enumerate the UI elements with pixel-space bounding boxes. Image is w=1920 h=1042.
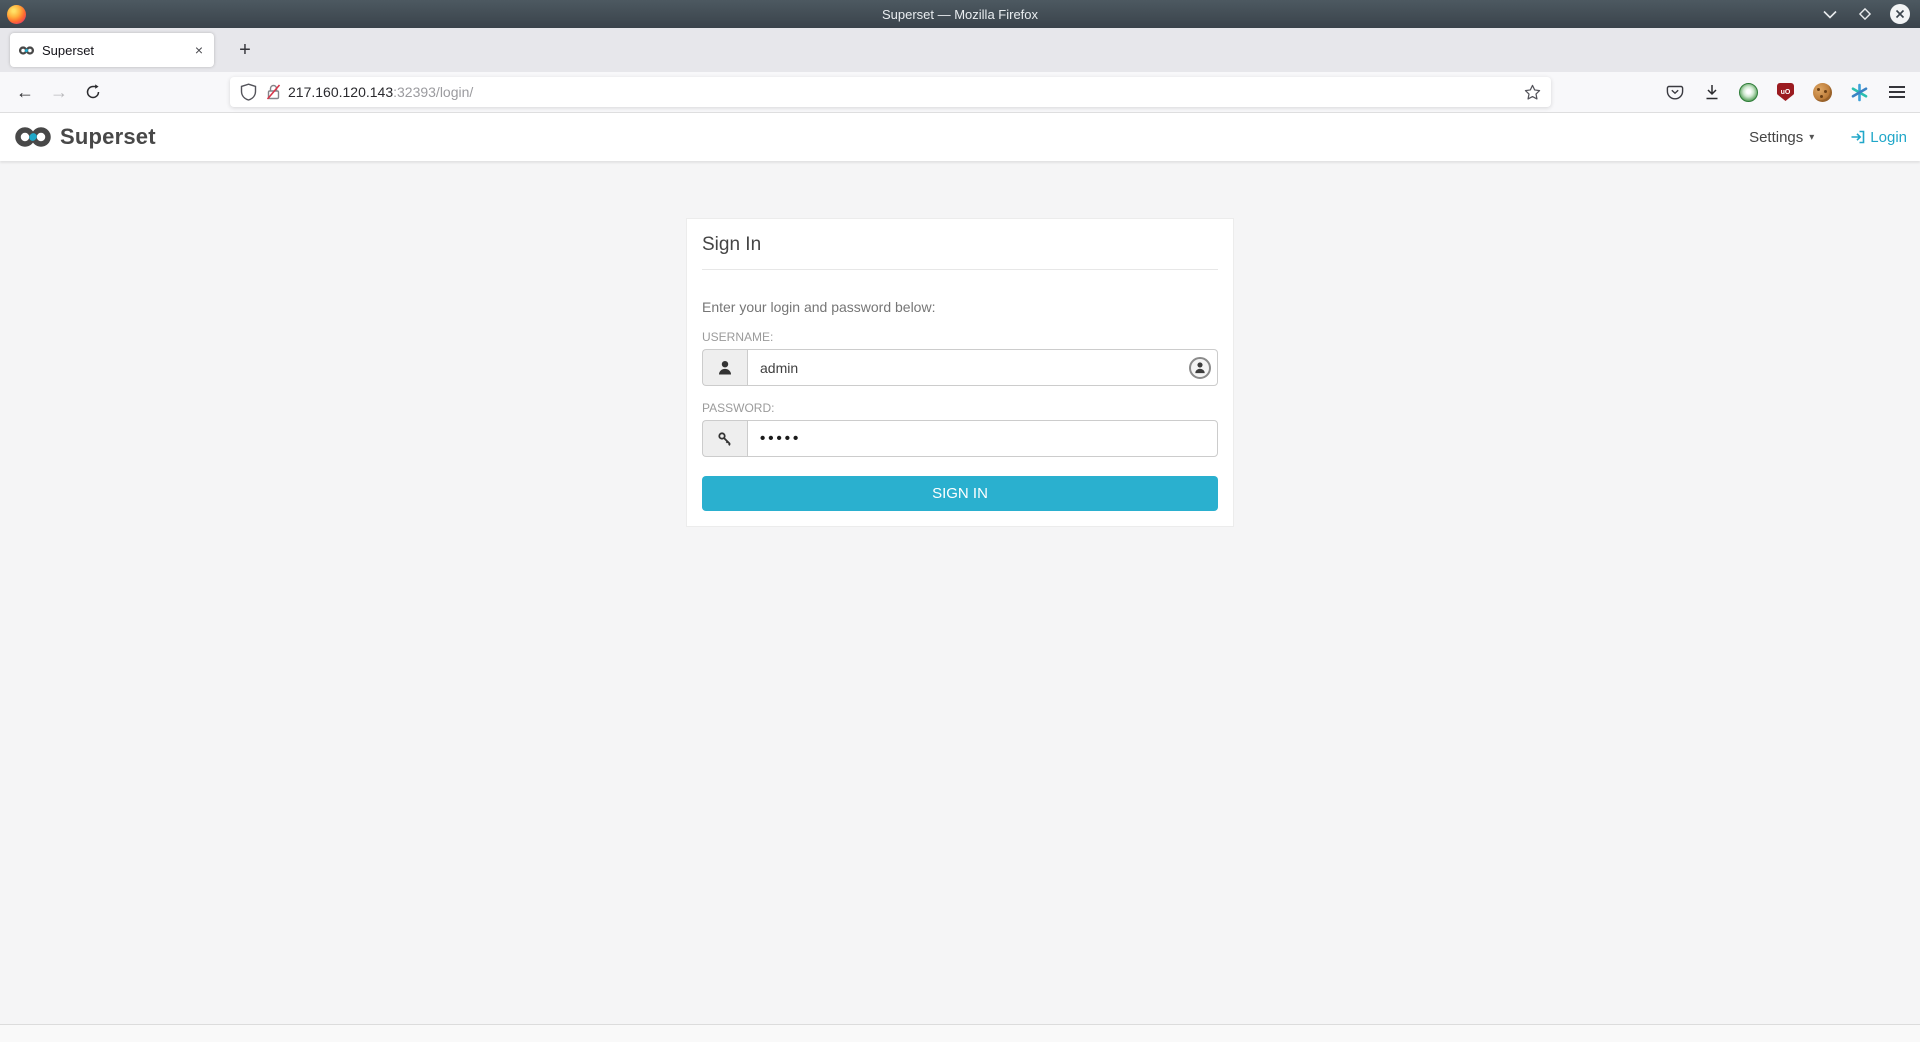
sign-in-icon bbox=[1850, 129, 1866, 145]
username-label: USERNAME: bbox=[702, 330, 1218, 344]
url-bar[interactable]: 217.160.120.143:32393/login/ bbox=[230, 77, 1551, 107]
identity-icon bbox=[1194, 361, 1206, 374]
superset-header: Superset Settings ▾ Login bbox=[0, 113, 1920, 161]
minimize-button[interactable] bbox=[1820, 4, 1840, 24]
password-input[interactable] bbox=[747, 420, 1218, 457]
password-group bbox=[702, 420, 1218, 457]
password-manager-badge[interactable] bbox=[1189, 357, 1211, 379]
hamburger-icon bbox=[1889, 86, 1905, 98]
close-icon bbox=[1890, 4, 1910, 24]
settings-menu[interactable]: Settings ▾ bbox=[1749, 129, 1814, 146]
username-group bbox=[702, 349, 1218, 386]
starburst-icon bbox=[1850, 83, 1869, 102]
caret-down-icon: ▾ bbox=[1809, 132, 1814, 143]
forward-button[interactable]: → bbox=[42, 77, 76, 107]
signin-title: Sign In bbox=[702, 234, 1218, 270]
reload-icon bbox=[85, 84, 101, 100]
user-icon bbox=[718, 360, 732, 375]
tab-close-icon[interactable]: × bbox=[192, 43, 206, 57]
window-title: Superset — Mozilla Firefox bbox=[0, 7, 1920, 22]
chevron-down-icon bbox=[1823, 10, 1837, 19]
url-host: 217.160.120.143 bbox=[288, 84, 393, 100]
pocket-icon bbox=[1666, 84, 1684, 101]
login-label: Login bbox=[1870, 129, 1907, 146]
toolbar-extensions: uO bbox=[1659, 77, 1912, 107]
menu-button[interactable] bbox=[1881, 77, 1912, 107]
username-input[interactable] bbox=[747, 349, 1218, 386]
page-content: Sign In Enter your login and password be… bbox=[0, 161, 1920, 1024]
back-button[interactable]: ← bbox=[8, 77, 42, 107]
settings-label: Settings bbox=[1749, 129, 1803, 146]
firefox-logo-icon bbox=[7, 5, 26, 24]
signin-card: Sign In Enter your login and password be… bbox=[686, 218, 1234, 527]
url-path: :32393/login/ bbox=[393, 84, 473, 100]
page-footer bbox=[0, 1024, 1920, 1042]
diamond-icon bbox=[1858, 7, 1872, 21]
key-icon bbox=[717, 431, 733, 447]
insecure-lock-icon[interactable] bbox=[265, 83, 282, 101]
password-addon bbox=[702, 420, 747, 457]
cookie-icon bbox=[1813, 83, 1832, 102]
reload-button[interactable] bbox=[76, 77, 110, 107]
superset-infinity-icon bbox=[13, 126, 53, 148]
browser-tab-superset[interactable]: Superset × bbox=[10, 33, 214, 67]
tab-bar: Superset × + bbox=[0, 28, 1920, 72]
titlebar: Superset — Mozilla Firefox bbox=[0, 0, 1920, 28]
ublock-origin-button[interactable]: uO bbox=[1770, 77, 1801, 107]
brand-name: Superset bbox=[60, 124, 156, 150]
navigation-toolbar: ← → 217.160.120.143:32393/login/ bbox=[0, 72, 1920, 113]
ublock-shield-icon: uO bbox=[1777, 83, 1794, 101]
download-icon bbox=[1703, 83, 1721, 101]
maximize-button[interactable] bbox=[1855, 4, 1875, 24]
sign-in-button[interactable]: SIGN IN bbox=[702, 476, 1218, 511]
superset-favicon-icon bbox=[18, 45, 35, 56]
page-viewport: Superset Settings ▾ Login Si bbox=[0, 113, 1920, 1042]
firefox-window: Superset — Mozilla Firefox Superset bbox=[0, 0, 1920, 1042]
starburst-extension-button[interactable] bbox=[1844, 77, 1875, 107]
password-label: PASSWORD: bbox=[702, 401, 1218, 415]
login-link[interactable]: Login bbox=[1850, 129, 1907, 146]
superset-logo[interactable]: Superset bbox=[13, 124, 156, 150]
downloads-button[interactable] bbox=[1696, 77, 1727, 107]
close-button[interactable] bbox=[1890, 4, 1910, 24]
url-text: 217.160.120.143:32393/login/ bbox=[288, 84, 473, 100]
username-addon bbox=[702, 349, 747, 386]
new-tab-button[interactable]: + bbox=[230, 35, 260, 65]
green-extension-icon bbox=[1739, 83, 1758, 102]
signin-instructions: Enter your login and password below: bbox=[702, 299, 1218, 315]
shield-icon[interactable] bbox=[240, 83, 257, 101]
pocket-save-button[interactable] bbox=[1659, 77, 1690, 107]
tab-label: Superset bbox=[42, 43, 192, 58]
bookmark-star-icon[interactable] bbox=[1524, 84, 1541, 101]
extension-green-button[interactable] bbox=[1733, 77, 1764, 107]
cookie-extension-button[interactable] bbox=[1807, 77, 1838, 107]
